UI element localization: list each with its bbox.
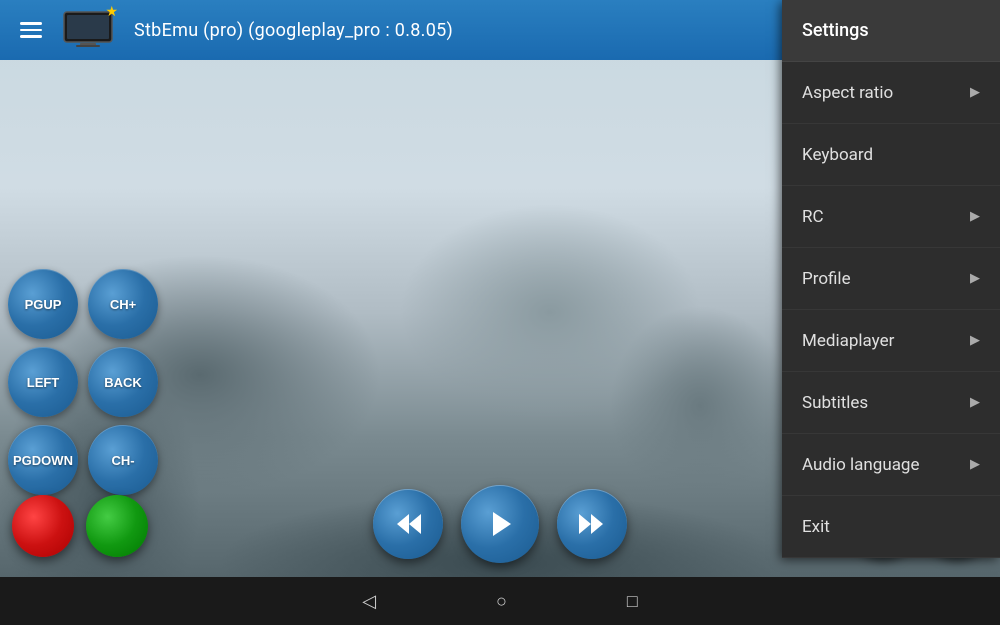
fastforward-button[interactable]: [557, 489, 627, 559]
profile-arrow: ▶: [970, 271, 980, 286]
pgup-button[interactable]: PGUP: [8, 269, 78, 339]
menu-item-keyboard[interactable]: Keyboard: [782, 124, 1000, 186]
subtitles-arrow: ▶: [970, 395, 980, 410]
menu-item-aspect-ratio[interactable]: Aspect ratio ▶: [782, 62, 1000, 124]
app-title: StbEmu (pro) (googleplay_pro : 0.8.05): [134, 20, 453, 41]
rc-arrow: ▶: [970, 209, 980, 224]
rewind-button[interactable]: [373, 489, 443, 559]
hamburger-icon[interactable]: [12, 14, 50, 46]
menu-item-mediaplayer[interactable]: Mediaplayer ▶: [782, 310, 1000, 372]
play-button[interactable]: [461, 485, 539, 563]
left-button[interactable]: LEFT: [8, 347, 78, 417]
controls-row-1: PGUP CH+: [8, 269, 158, 339]
audio-language-arrow: ▶: [970, 457, 980, 472]
menu-item-settings[interactable]: Settings: [782, 0, 1000, 62]
menu-item-subtitles[interactable]: Subtitles ▶: [782, 372, 1000, 434]
nav-bar: ◁ ○ □: [0, 577, 1000, 625]
menu-item-exit[interactable]: Exit: [782, 496, 1000, 558]
mediaplayer-arrow: ▶: [970, 333, 980, 348]
home-nav-button[interactable]: ○: [496, 591, 507, 612]
star-badge: ★: [105, 4, 118, 20]
aspect-ratio-arrow: ▶: [970, 85, 980, 100]
chplus-button[interactable]: CH+: [88, 269, 158, 339]
left-controls: PGUP CH+ LEFT BACK PGDOWN CH-: [8, 269, 158, 495]
back-button[interactable]: BACK: [88, 347, 158, 417]
tv-icon-container: ★: [62, 8, 114, 52]
recent-nav-button[interactable]: □: [627, 591, 638, 612]
menu-item-rc[interactable]: RC ▶: [782, 186, 1000, 248]
controls-row-2: LEFT BACK: [8, 347, 158, 417]
dropdown-menu: Settings Aspect ratio ▶ Keyboard RC ▶ Pr…: [782, 0, 1000, 558]
back-nav-button[interactable]: ◁: [362, 591, 376, 612]
menu-item-audio-language[interactable]: Audio language ▶: [782, 434, 1000, 496]
menu-item-profile[interactable]: Profile ▶: [782, 248, 1000, 310]
